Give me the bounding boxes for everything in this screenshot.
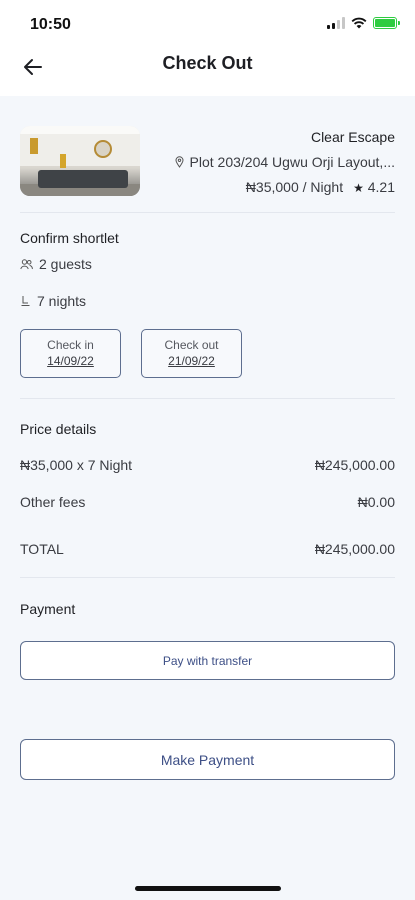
price-row-value: ₦0.00 (357, 494, 395, 510)
confirm-shortlet-heading: Confirm shortlet (20, 230, 119, 246)
status-bar: 10:50 (0, 0, 415, 48)
header: Check Out (0, 48, 415, 96)
check-in-label: Check in (47, 338, 94, 352)
guests-row: 2 guests (20, 256, 92, 272)
users-icon (20, 258, 33, 269)
price-row-total: TOTAL ₦245,000.00 (20, 541, 395, 557)
cellular-signal-icon (327, 17, 345, 29)
price-row-nightly: ₦35,000 x 7 Night ₦245,000.00 (20, 457, 395, 473)
price-row-label: Other fees (20, 494, 86, 510)
battery-icon (373, 17, 400, 29)
total-label: TOTAL (20, 541, 64, 557)
wifi-icon (351, 17, 367, 29)
check-in-box[interactable]: Check in 14/09/22 (20, 329, 121, 378)
property-price: ₦35,000 / Night (245, 179, 344, 195)
star-icon: ★ (353, 181, 364, 195)
property-thumbnail (20, 126, 140, 196)
price-row-label: ₦35,000 x 7 Night (20, 457, 133, 473)
nights-row: 7 nights (20, 293, 86, 309)
price-details-heading: Price details (20, 421, 97, 437)
property-address-row: Plot 203/204 Ugwu Orji Layout,... (175, 154, 395, 170)
check-out-label: Check out (164, 338, 219, 352)
property-address: Plot 203/204 Ugwu Orji Layout,... (189, 154, 395, 170)
pay-with-transfer-button[interactable]: Pay with transfer (20, 641, 395, 680)
make-payment-button[interactable]: Make Payment (20, 739, 395, 780)
status-time: 10:50 (30, 16, 71, 33)
divider (20, 212, 395, 213)
rating: ★ 4.21 (353, 179, 395, 195)
payment-heading: Payment (20, 601, 76, 617)
check-out-box[interactable]: Check out 21/09/22 (141, 329, 242, 378)
price-row-other-fees: Other fees ₦0.00 (20, 494, 395, 510)
divider (20, 398, 395, 399)
location-pin-icon (175, 156, 184, 168)
guests-count: 2 guests (39, 256, 92, 272)
status-icons (327, 17, 400, 29)
price-row-value: ₦245,000.00 (314, 457, 395, 473)
home-indicator (135, 886, 281, 891)
moon-icon (21, 296, 30, 306)
property-name: Clear Escape (310, 129, 395, 145)
total-value: ₦245,000.00 (314, 541, 395, 557)
rating-value: 4.21 (367, 179, 395, 195)
page-title: Check Out (162, 53, 253, 73)
check-in-date: 14/09/22 (47, 354, 94, 368)
property-price-row: ₦35,000 / Night ★ 4.21 (246, 179, 395, 195)
divider (20, 577, 395, 578)
nights-count: 7 nights (37, 293, 87, 309)
property-summary: Clear Escape Plot 203/204 Ugwu Orji Layo… (20, 126, 395, 196)
check-out-date: 21/09/22 (168, 354, 215, 368)
